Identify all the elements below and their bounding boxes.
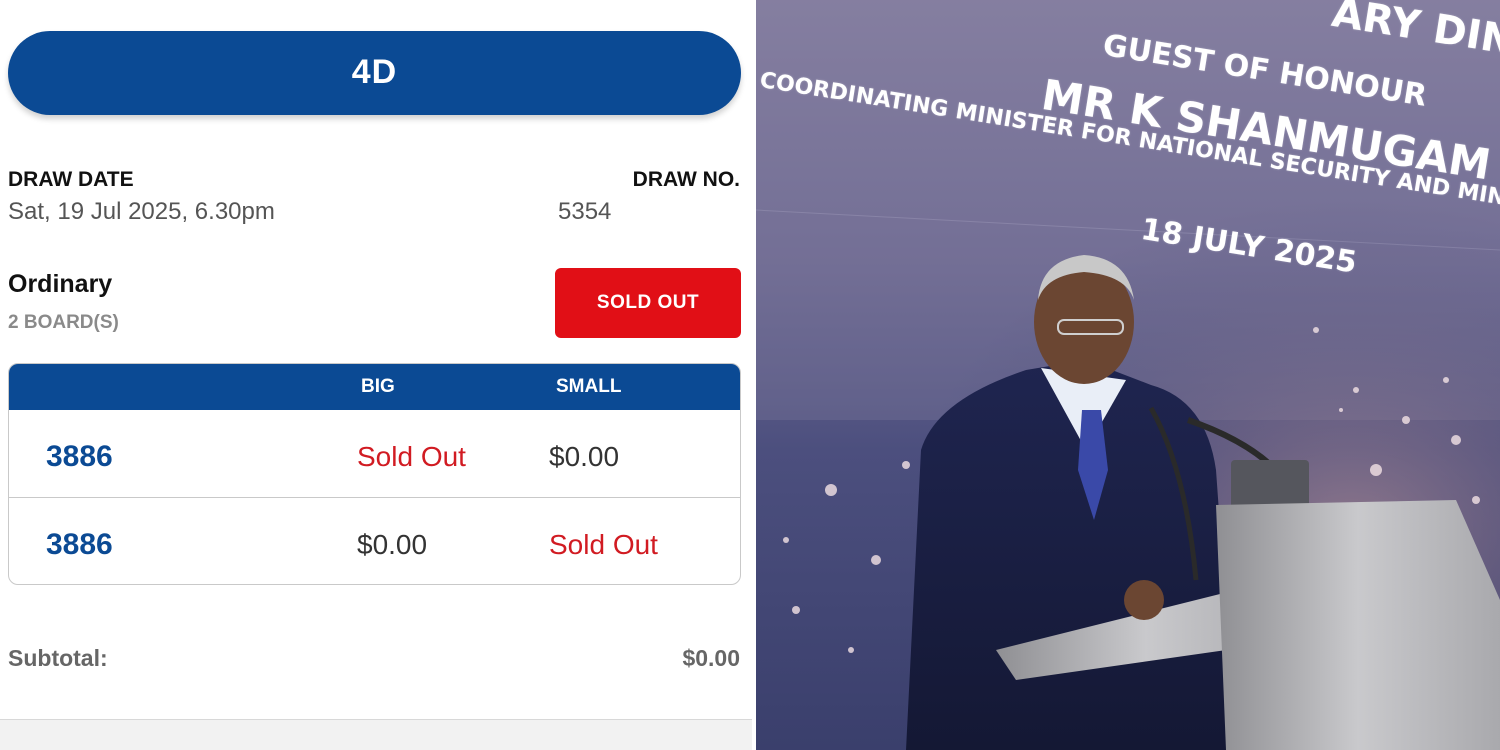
lottery-app-panel: 4D DRAW DATE Sat, 19 Jul 2025, 6.30pm DR… — [0, 0, 752, 750]
subtotal-value: $0.00 — [682, 645, 740, 671]
draw-date-label: DRAW DATE — [8, 168, 134, 191]
draw-number-label: DRAW NO. — [632, 168, 740, 191]
boards-count: 2 BOARD(S) — [8, 312, 119, 333]
bet-number: 3886 — [46, 528, 113, 561]
small-amount: Sold Out — [549, 529, 658, 560]
table-row[interactable]: 3886 $0.00 Sold Out — [9, 498, 740, 584]
bottom-bar — [0, 719, 752, 750]
draw-date-value: Sat, 19 Jul 2025, 6.30pm — [8, 198, 275, 225]
table-row[interactable]: 3886 Sold Out $0.00 — [9, 410, 740, 498]
bet-number: 3886 — [46, 440, 113, 473]
big-amount: $0.00 — [357, 529, 428, 560]
sold-out-button[interactable]: SOLD OUT — [555, 268, 741, 338]
bet-table-header: BIG SMALL — [9, 364, 740, 410]
column-small-header: SMALL — [556, 376, 622, 397]
podium-body — [1216, 500, 1500, 750]
draw-number-value: 5354 — [558, 198, 612, 225]
game-4d-label: 4D — [351, 53, 398, 91]
big-amount: Sold Out — [357, 441, 466, 472]
event-photo: ARY DINNER 20 GUEST OF HONOUR MR K SHANM… — [756, 0, 1500, 750]
subtotal-label: Subtotal: — [8, 645, 108, 671]
hand — [1124, 580, 1164, 620]
small-amount: $0.00 — [549, 441, 620, 472]
column-big-header: BIG — [361, 376, 395, 397]
game-4d-button[interactable]: 4D — [8, 31, 741, 115]
bet-type-label: Ordinary — [8, 270, 113, 298]
bet-table: BIG SMALL 3886 Sold Out $0.00 3886 $0.00… — [8, 363, 741, 585]
